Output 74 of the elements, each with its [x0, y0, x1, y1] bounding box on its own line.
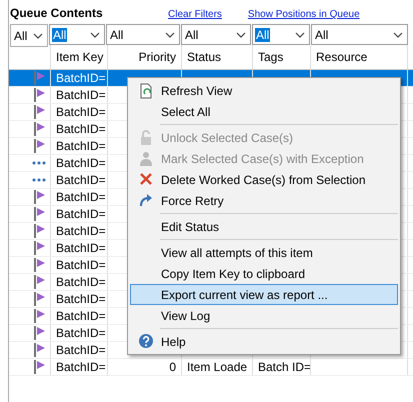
flag-icon: [34, 292, 46, 306]
x-icon: [139, 172, 153, 188]
filter-dropdown[interactable]: All: [10, 24, 48, 47]
flag-icon: [34, 190, 46, 204]
menu-item[interactable]: Force Retry: [130, 190, 398, 211]
chevron-down-icon: [393, 32, 403, 38]
chevron-down-icon: [33, 32, 43, 38]
menu-item[interactable]: Refresh View: [130, 80, 398, 101]
table-cell: 0: [169, 360, 176, 374]
table-cell: BatchID=: [56, 292, 106, 306]
person-icon: [139, 150, 153, 166]
column-header[interactable]: Status: [182, 45, 253, 69]
flag-icon: [34, 241, 46, 255]
table-cell: BatchID=: [56, 275, 106, 289]
table-cell: BatchID=: [56, 71, 106, 85]
chevron-down-icon: [165, 32, 175, 38]
flag-icon: [34, 360, 46, 374]
ellipsis-icon: [32, 178, 46, 182]
table-cell: BatchID=: [56, 309, 106, 323]
flag-icon: [34, 275, 46, 289]
chevron-down-icon: [295, 32, 305, 38]
flag-icon: [34, 71, 46, 85]
menu-item[interactable]: Help: [130, 331, 398, 352]
flag-icon: [34, 207, 46, 221]
table-cell: BatchID=: [56, 122, 106, 136]
menu-item[interactable]: Edit Status: [130, 216, 398, 237]
filter-dropdown[interactable]: All: [106, 24, 180, 45]
flag-icon: [34, 224, 46, 238]
table-cell: BatchID=: [56, 190, 106, 204]
chevron-down-icon: [90, 32, 100, 38]
table-cell: Item Loade: [187, 360, 248, 374]
filter-dropdown[interactable]: All: [252, 24, 310, 45]
menu-item[interactable]: Select All: [130, 101, 398, 122]
flag-icon: [34, 88, 46, 102]
flag-icon: [34, 122, 46, 136]
ellipsis-icon: [32, 161, 46, 165]
filter-link[interactable]: Show Positions in Queue: [248, 9, 360, 20]
flag-icon: [34, 309, 46, 323]
column-header[interactable]: Priority: [108, 45, 182, 69]
menu-item[interactable]: Export current view as report ...: [130, 284, 398, 305]
table-cell: BatchID=: [56, 88, 106, 102]
table-cell: BatchID=: [56, 360, 106, 374]
table-cell: BatchID=: [56, 326, 106, 340]
column-header[interactable]: Resource: [311, 45, 408, 69]
table-cell: BatchID=: [56, 241, 106, 255]
flag-icon: [34, 258, 46, 272]
table-cell: BatchID=: [56, 173, 106, 187]
table-cell: BatchID=: [56, 105, 106, 119]
menu-item[interactable]: View all attempts of this item: [130, 242, 398, 263]
section-title: Queue Contents: [10, 6, 104, 22]
flag-icon: [34, 139, 46, 153]
document-refresh-icon: [139, 82, 153, 98]
table-cell: BatchID=: [56, 224, 106, 238]
table-cell: BatchID=: [56, 258, 106, 272]
table-cell: BatchID=: [56, 139, 106, 153]
filter-dropdown[interactable]: All: [311, 24, 408, 45]
padlock-icon: [139, 130, 153, 146]
table-cell: BatchID=: [56, 207, 106, 221]
column-header[interactable]: Tags: [253, 45, 311, 69]
chevron-down-icon: [236, 32, 246, 38]
table-cell: BatchID=: [56, 343, 106, 357]
menu-item[interactable]: Delete Worked Case(s) from Selection: [130, 169, 398, 190]
menu-item[interactable]: View Log: [130, 305, 398, 326]
menu-item[interactable]: Copy Item Key to clipboard: [130, 263, 398, 284]
flag-icon: [34, 105, 46, 119]
column-header[interactable]: Item Key: [51, 45, 108, 69]
flag-icon: [34, 326, 46, 340]
filter-link[interactable]: Clear Filters: [168, 9, 222, 20]
filter-dropdown[interactable]: All: [49, 24, 105, 45]
filter-dropdown[interactable]: All: [181, 24, 251, 45]
help-icon: [139, 334, 153, 350]
table-cell: BatchID=: [56, 156, 106, 170]
curved-arrow-icon: [139, 192, 153, 208]
flag-icon: [34, 343, 46, 357]
